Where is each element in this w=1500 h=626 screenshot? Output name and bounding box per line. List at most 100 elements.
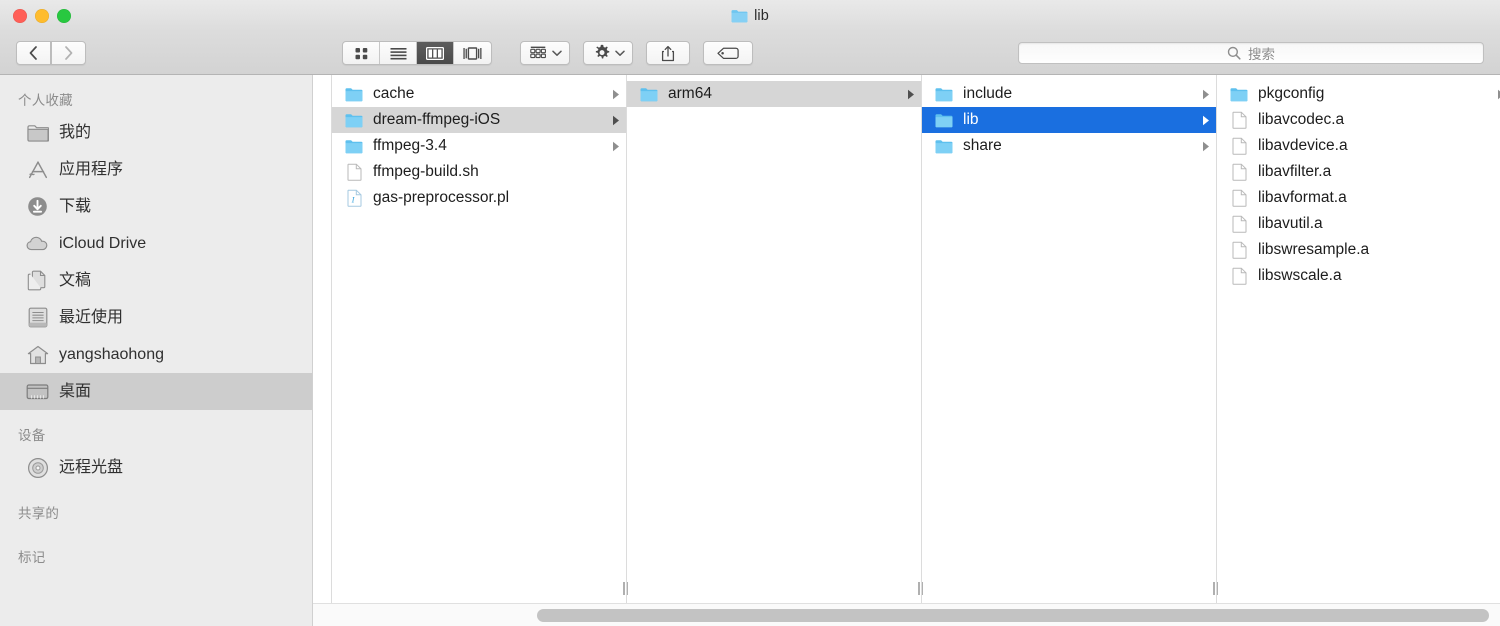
list-view-button[interactable]: [380, 42, 417, 64]
search-icon: [1227, 46, 1241, 60]
column-view-button[interactable]: [417, 42, 454, 64]
disclosure-arrow-icon[interactable]: [1201, 88, 1210, 100]
disclosure-arrow-icon[interactable]: [611, 114, 620, 126]
sidebar: 个人收藏 我的 应用程序 下载 iCloud Drive 文稿 最近使用 yan…: [0, 75, 313, 626]
navigation-group: [16, 41, 86, 65]
disclosure-arrow-icon[interactable]: [611, 88, 620, 100]
chevron-down-icon: [615, 50, 625, 57]
sidebar-section-favorites: 个人收藏: [18, 93, 73, 108]
window-title: lib: [754, 8, 769, 24]
item-label: libavcodec.a: [1258, 112, 1345, 128]
sidebar-item-documents[interactable]: 文稿: [0, 262, 312, 299]
home-icon: [26, 343, 49, 366]
sidebar-item-remote-disc[interactable]: 远程光盘: [0, 449, 312, 486]
list-item-selected[interactable]: lib: [922, 107, 1216, 133]
folder-icon: [344, 137, 364, 155]
sidebar-item-applications[interactable]: 应用程序: [0, 151, 312, 188]
file-icon: [1229, 111, 1249, 129]
sidebar-item-downloads[interactable]: 下载: [0, 188, 312, 225]
item-label: pkgconfig: [1258, 86, 1325, 102]
search-placeholder: 搜索: [1248, 47, 1275, 62]
column-browser: cache dream-ffmpeg-iOS ffmpeg-3.4 ffmpeg…: [313, 75, 1500, 626]
scrollbar-thumb[interactable]: [537, 609, 1489, 622]
disclosure-arrow-icon[interactable]: [1496, 88, 1500, 100]
list-item[interactable]: ffmpeg-build.sh: [332, 159, 626, 185]
minimize-button[interactable]: [35, 9, 49, 23]
sidebar-item-icloud-drive[interactable]: iCloud Drive: [0, 225, 312, 262]
file-icon: [1229, 267, 1249, 285]
chevron-down-icon: [552, 50, 562, 57]
gallery-view-button[interactable]: [454, 42, 491, 64]
recents-icon: [26, 306, 49, 329]
list-item[interactable]: libavfilter.a: [1217, 159, 1500, 185]
sidebar-item-home[interactable]: yangshaohong: [0, 336, 312, 373]
view-mode-segmented-control: [342, 41, 492, 65]
tags-button[interactable]: [703, 41, 753, 65]
list-item[interactable]: libavformat.a: [1217, 185, 1500, 211]
column-resize-handle[interactable]: [621, 581, 630, 595]
list-item[interactable]: dream-ffmpeg-iOS: [332, 107, 626, 133]
disclosure-arrow-icon[interactable]: [1201, 140, 1210, 152]
list-item[interactable]: libavdevice.a: [1217, 133, 1500, 159]
sidebar-item-desktop[interactable]: 桌面: [0, 373, 312, 410]
maximize-button[interactable]: [57, 9, 71, 23]
list-item[interactable]: libavutil.a: [1217, 211, 1500, 237]
icloud-icon: [26, 232, 49, 255]
arrange-by-button[interactable]: [520, 41, 570, 65]
item-label: lib: [963, 112, 979, 128]
folder-icon: [1229, 85, 1249, 103]
list-item[interactable]: libavcodec.a: [1217, 107, 1500, 133]
sidebar-item-label: 应用程序: [59, 160, 124, 178]
folder-icon: [934, 111, 954, 129]
list-item[interactable]: I gas-preprocessor.pl: [332, 185, 626, 211]
search-input[interactable]: 搜索: [1018, 42, 1484, 64]
item-label: libavutil.a: [1258, 216, 1323, 232]
sidebar-item-my[interactable]: 我的: [0, 114, 312, 151]
search-container: 搜索: [1018, 42, 1484, 64]
column-resize-handle[interactable]: [1211, 581, 1220, 595]
sidebar-item-recents[interactable]: 最近使用: [0, 299, 312, 336]
folder-icon: [344, 111, 364, 129]
disclosure-arrow-icon[interactable]: [611, 140, 620, 152]
sidebar-item-label: 下载: [59, 197, 92, 215]
folder-icon: [934, 137, 954, 155]
sidebar-item-label: 远程光盘: [59, 458, 124, 476]
list-item[interactable]: share: [922, 133, 1216, 159]
sidebar-item-label: 桌面: [59, 382, 92, 400]
columns-container: cache dream-ffmpeg-iOS ffmpeg-3.4 ffmpeg…: [313, 75, 1500, 603]
traffic-lights: [0, 9, 71, 23]
back-button[interactable]: [16, 41, 51, 65]
list-item[interactable]: include: [922, 81, 1216, 107]
forward-button[interactable]: [51, 41, 86, 65]
folder-icon: [344, 85, 364, 103]
icon-view-button[interactable]: [343, 42, 380, 64]
list-item[interactable]: arm64: [627, 81, 921, 107]
sidebar-item-label: iCloud Drive: [59, 234, 147, 252]
tag-icon: [717, 47, 739, 60]
item-label: dream-ffmpeg-iOS: [373, 112, 501, 128]
disclosure-arrow-icon[interactable]: [1201, 114, 1210, 126]
sidebar-section-devices: 设备: [18, 428, 46, 443]
action-menu-button[interactable]: [583, 41, 633, 65]
close-button[interactable]: [13, 9, 27, 23]
share-button[interactable]: [646, 41, 690, 65]
file-icon: [1229, 137, 1249, 155]
script-file-icon: I: [344, 189, 364, 207]
list-item[interactable]: cache: [332, 81, 626, 107]
list-item[interactable]: libswscale.a: [1217, 263, 1500, 289]
sidebar-item-label: 文稿: [59, 271, 92, 289]
column-resize-handle[interactable]: [916, 581, 925, 595]
horizontal-scrollbar[interactable]: [313, 603, 1500, 626]
disclosure-arrow-icon[interactable]: [906, 88, 915, 100]
file-icon: [1229, 241, 1249, 259]
list-item[interactable]: ffmpeg-3.4: [332, 133, 626, 159]
sidebar-item-label: 最近使用: [59, 308, 124, 326]
column-1: cache dream-ffmpeg-iOS ffmpeg-3.4 ffmpeg…: [332, 75, 630, 603]
list-item[interactable]: libswresample.a: [1217, 237, 1500, 263]
list-item[interactable]: pkgconfig: [1217, 81, 1500, 107]
item-label: libavdevice.a: [1258, 138, 1348, 154]
